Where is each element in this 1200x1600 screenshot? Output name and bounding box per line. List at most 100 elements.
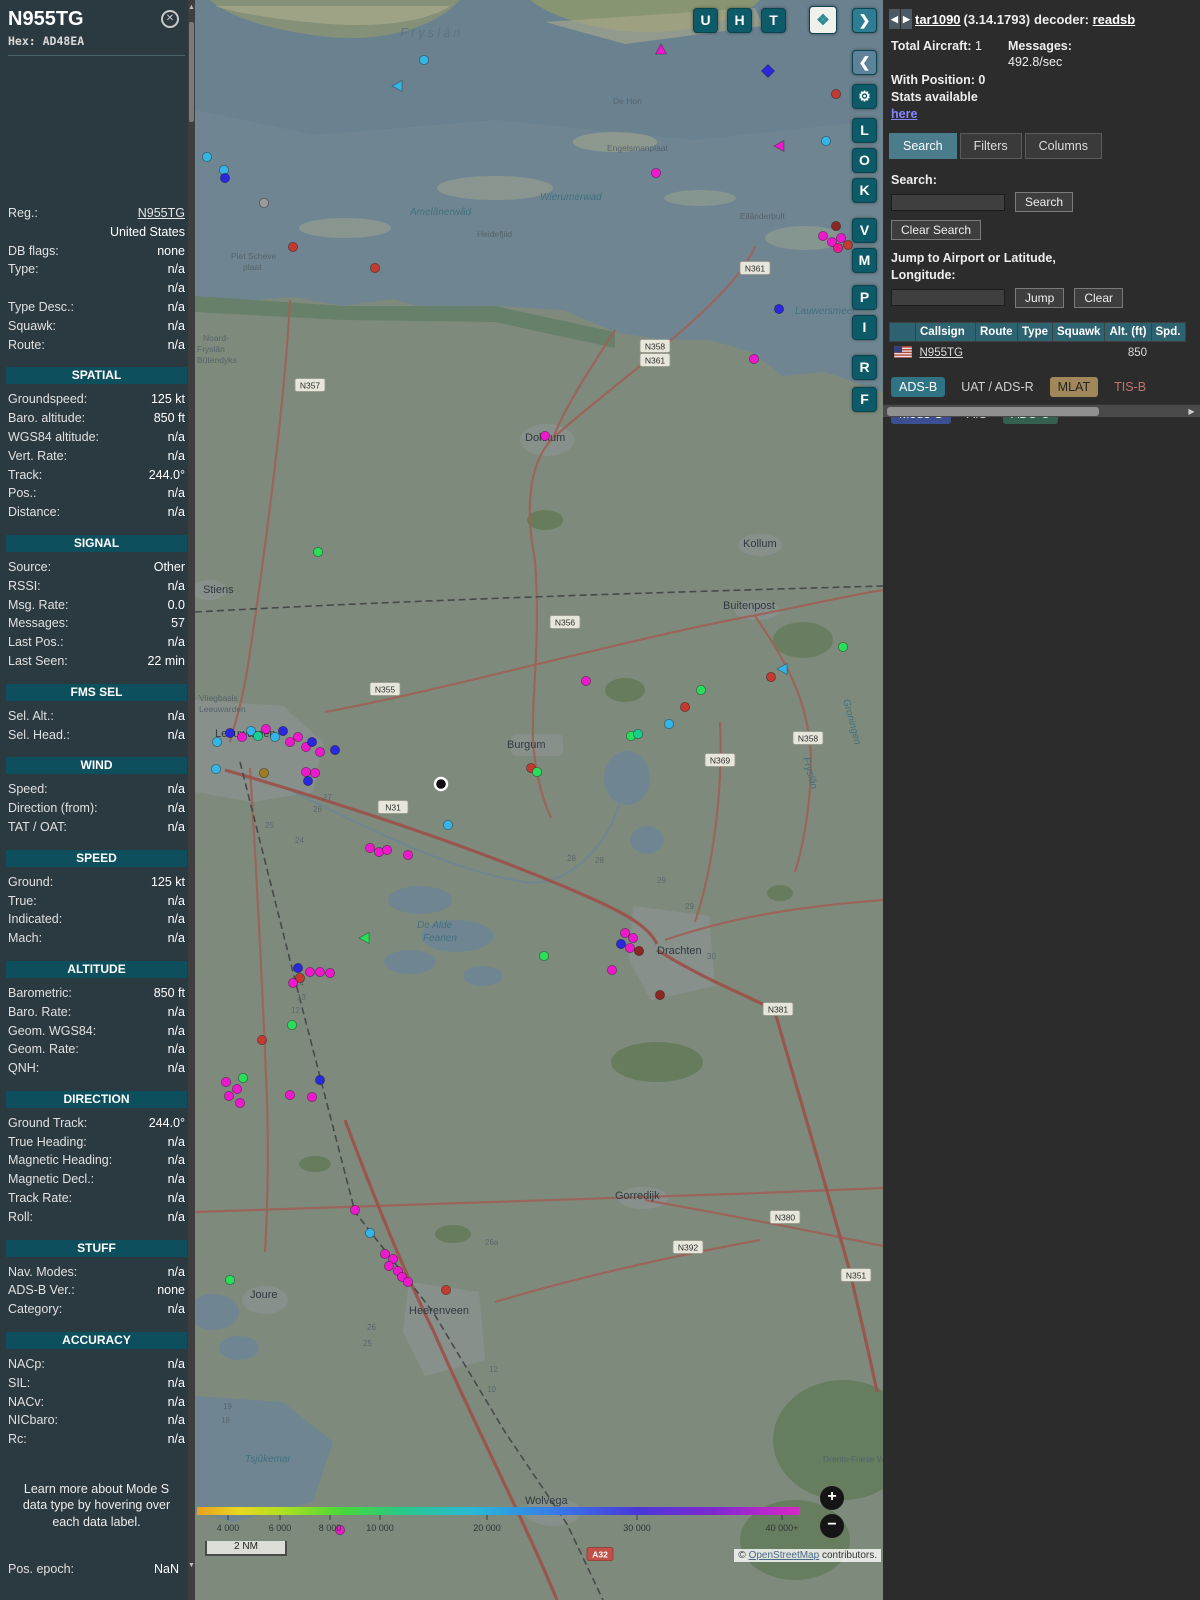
aircraft-marker[interactable] <box>836 232 847 243</box>
aircraft-marker[interactable] <box>663 719 674 730</box>
hscroll-thumb[interactable] <box>887 407 1099 416</box>
map-canvas[interactable]: Fryslân De Hon Engelsmanplaat Wierumerwad Am… <box>195 0 883 1600</box>
tab-search[interactable]: Search <box>889 133 957 160</box>
aircraft-marker[interactable] <box>381 845 392 856</box>
aircraft-marker[interactable] <box>293 732 304 743</box>
aircraft-marker[interactable] <box>774 303 785 314</box>
panel-toggle[interactable]: ◀ ▶ <box>889 9 913 29</box>
filter-mlat[interactable]: MLAT <box>1049 376 1099 397</box>
map-button-o[interactable]: O <box>852 148 877 173</box>
aircraft-marker[interactable] <box>383 1261 394 1272</box>
aircraft-marker[interactable] <box>349 1205 360 1216</box>
aircraft-row[interactable]: N955TG 850 <box>890 341 1186 365</box>
aircraft-marker[interactable] <box>619 928 630 939</box>
map-button-m[interactable]: M <box>852 248 877 273</box>
callsign-cell[interactable]: N955TG <box>916 341 976 365</box>
aircraft-marker[interactable] <box>402 850 413 861</box>
aircraft-marker[interactable] <box>287 1020 298 1031</box>
map-button-l[interactable]: L <box>852 118 877 143</box>
aircraft-marker[interactable] <box>259 768 270 779</box>
map-button-f[interactable]: F <box>852 387 877 412</box>
aircraft-marker[interactable] <box>538 951 549 962</box>
layers-button[interactable]: ❖ <box>809 6 837 34</box>
aircraft-marker[interactable] <box>615 939 626 950</box>
tab-filters[interactable]: Filters <box>959 133 1022 160</box>
readsb-link[interactable]: readsb <box>1093 12 1136 27</box>
aircraft-marker[interactable] <box>307 737 318 748</box>
aircraft-marker[interactable] <box>606 965 617 976</box>
column-header-spd-[interactable]: Spd. <box>1150 321 1186 342</box>
chevron-left-icon[interactable]: ◀ <box>889 9 900 29</box>
aircraft-marker[interactable] <box>833 242 844 253</box>
zoom-out-button[interactable]: − <box>820 1514 844 1538</box>
aircraft-marker[interactable] <box>285 737 296 748</box>
aircraft-marker[interactable] <box>219 172 230 183</box>
aircraft-marker[interactable] <box>235 1098 246 1109</box>
openstreetmap-link[interactable]: OpenStreetMap <box>749 1550 820 1561</box>
scroll-right-icon[interactable]: ▶ <box>1185 405 1198 418</box>
aircraft-marker[interactable] <box>364 1228 375 1239</box>
aircraft-marker[interactable] <box>253 731 264 742</box>
scroll-up-icon[interactable]: ▲ <box>188 2 195 14</box>
aircraft-marker[interactable] <box>633 946 644 957</box>
aircraft-marker[interactable] <box>270 732 281 743</box>
filter-uat-ads-r[interactable]: UAT / ADS-R <box>953 377 1041 397</box>
aircraft-marker[interactable] <box>749 353 760 364</box>
scroll-down-icon[interactable]: ▼ <box>188 1560 195 1572</box>
column-header-type[interactable]: Type <box>1017 321 1053 342</box>
column-header-flag[interactable] <box>889 321 916 342</box>
selected-aircraft-marker[interactable] <box>433 776 449 792</box>
expand-sidebar-button[interactable]: ❯ <box>852 8 877 33</box>
left-panel-scrollbar[interactable]: ▲ ▼ <box>188 0 195 1600</box>
aircraft-marker[interactable] <box>315 1075 326 1086</box>
aircraft-marker[interactable] <box>369 262 380 273</box>
filter-ads-b[interactable]: ADS-B <box>891 376 946 397</box>
aircraft-marker[interactable] <box>220 1077 231 1088</box>
aircraft-marker[interactable] <box>257 1035 268 1046</box>
column-header-route[interactable]: Route <box>975 321 1018 342</box>
aircraft-marker[interactable] <box>831 89 842 100</box>
map-button-r[interactable]: R <box>852 355 877 380</box>
aircraft-marker[interactable] <box>627 933 638 944</box>
aircraft-marker[interactable] <box>440 1285 451 1296</box>
aircraft-marker[interactable] <box>232 1084 243 1095</box>
aircraft-marker[interactable] <box>838 642 849 653</box>
map-button-v[interactable]: V <box>852 218 877 243</box>
aircraft-marker[interactable] <box>818 230 829 241</box>
chevron-right-icon[interactable]: ▶ <box>901 9 912 29</box>
search-input[interactable] <box>891 193 1005 211</box>
aircraft-marker[interactable] <box>654 990 665 1001</box>
aircraft-marker[interactable] <box>303 776 314 787</box>
aircraft-marker[interactable] <box>288 978 299 989</box>
aircraft-marker[interactable] <box>224 1275 235 1286</box>
map-button-i[interactable]: I <box>852 315 877 340</box>
aircraft-marker[interactable] <box>315 967 326 978</box>
jump-input[interactable] <box>891 289 1005 307</box>
filter-tis-b[interactable]: TIS-B <box>1106 377 1154 397</box>
aircraft-marker[interactable] <box>210 764 221 775</box>
column-header-callsign[interactable]: Callsign <box>915 321 976 342</box>
aircraft-marker[interactable] <box>223 1091 234 1102</box>
aircraft-marker[interactable] <box>211 737 222 748</box>
aircraft-marker[interactable] <box>315 747 326 758</box>
aircraft-marker[interactable] <box>379 1249 390 1260</box>
aircraft-marker[interactable] <box>301 767 312 778</box>
aircraft-marker[interactable] <box>831 220 842 231</box>
aircraft-marker[interactable] <box>679 702 690 713</box>
aircraft-marker[interactable] <box>307 1092 318 1103</box>
horizontal-scrollbar[interactable]: ▶ <box>883 404 1200 417</box>
aircraft-marker[interactable] <box>259 197 270 208</box>
aircraft-marker[interactable] <box>224 728 235 739</box>
tar1090-link[interactable]: tar1090 <box>915 12 961 27</box>
registration-link[interactable]: N955TG <box>138 204 185 223</box>
aircraft-marker[interactable] <box>402 1277 413 1288</box>
map[interactable]: Fryslân De Hon Engelsmanplaat Wierumerwad Am… <box>195 0 883 1600</box>
aircraft-marker[interactable] <box>310 768 321 779</box>
stats-here-link[interactable]: here <box>891 107 917 121</box>
aircraft-marker[interactable] <box>580 676 591 687</box>
aircraft-marker[interactable] <box>293 963 304 974</box>
aircraft-marker[interactable] <box>329 745 340 756</box>
map-button-h[interactable]: H <box>727 8 752 33</box>
clear-search-button[interactable]: Clear Search <box>891 220 982 241</box>
search-button[interactable]: Search <box>1015 192 1074 213</box>
